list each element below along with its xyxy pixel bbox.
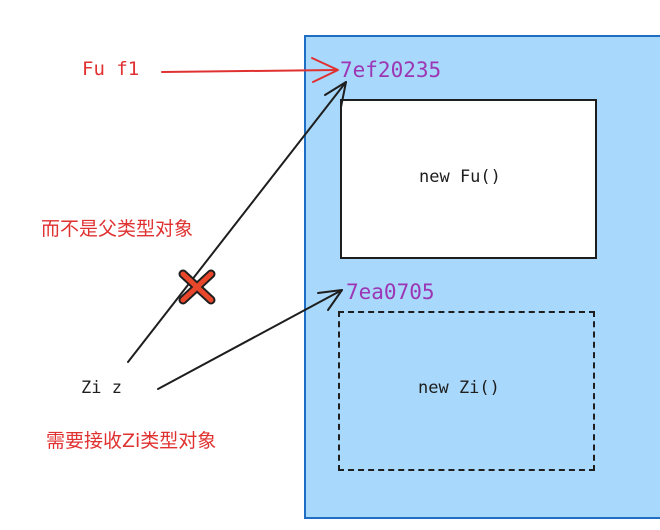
- valid-reference-arrow: [157, 289, 343, 390]
- addr-fu-label: 7ef20235: [340, 58, 442, 82]
- ref-fu-label: Fu f1: [82, 58, 140, 80]
- note-not-parent: 而不是父类型对象: [41, 218, 194, 240]
- ref-zi-label: Zi z: [81, 378, 122, 398]
- red-reference-arrow: [161, 57, 339, 83]
- obj-zi-label: new Zi(): [418, 378, 500, 398]
- obj-fu-label: new Fu(): [419, 167, 501, 187]
- note-need-zi: 需要接收Zi类型对象: [46, 430, 217, 452]
- addr-zi-label: 7ea0705: [346, 280, 435, 304]
